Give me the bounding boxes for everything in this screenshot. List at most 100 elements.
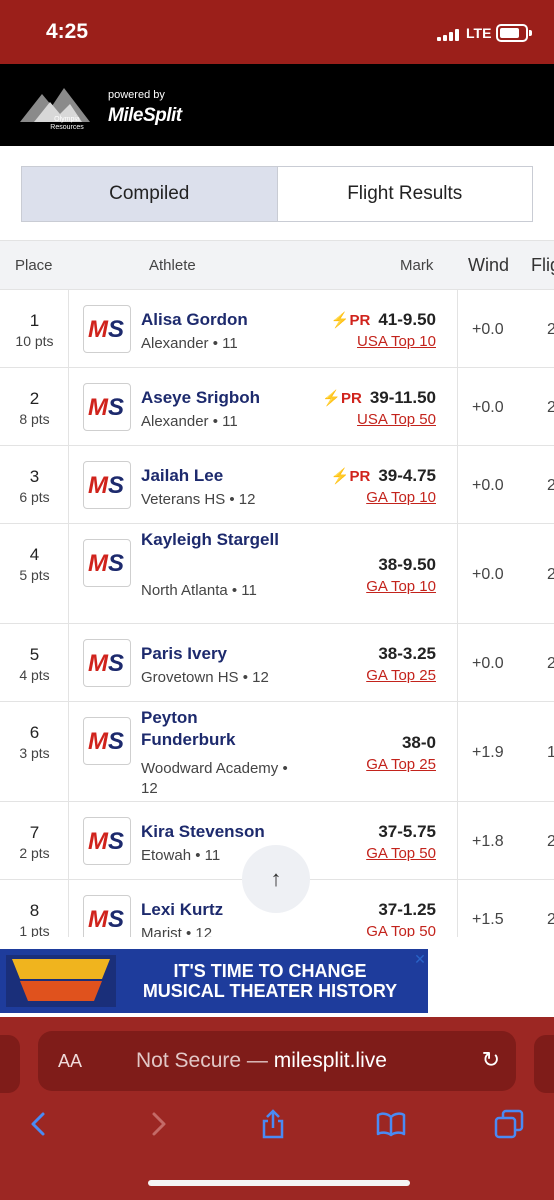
table-row[interactable]: 2 8 pts M S Aseye Srigboh Alexander • 11 ⚡PR 39… — [0, 368, 554, 446]
address-bar[interactable]: AA Not Secure — milesplit.live ↻ — [38, 1031, 516, 1091]
status-bar: 4:25 LTE — [0, 0, 554, 64]
place-points: 2 pts — [19, 845, 50, 861]
place-number: 8 — [29, 901, 40, 920]
tab-flight-results[interactable]: Flight Results — [278, 167, 533, 221]
mark-value: 41-9.50 — [378, 310, 436, 329]
column-divider — [457, 624, 458, 701]
athlete-name-link[interactable]: Lexi Kurtz — [141, 900, 223, 920]
powered-by-label: powered by — [108, 89, 165, 101]
place-number: 3 — [29, 467, 40, 486]
svg-text:M: M — [88, 828, 109, 855]
athlete-team-grade[interactable]: Etowah • 11 — [141, 847, 220, 864]
flight-value: 2 — [547, 911, 554, 928]
milesplit-team-icon[interactable]: MS — [83, 817, 131, 865]
athlete-name-link[interactable]: Alisa Gordon — [141, 310, 248, 330]
wind-value: +0.0 — [472, 399, 504, 416]
rank-link[interactable]: GA Top 25 — [366, 756, 436, 773]
mark-cell: ⚡PR 39-4.75 GA Top 10 — [331, 466, 436, 506]
column-divider — [457, 290, 458, 367]
flight-value: 2 — [547, 566, 554, 583]
milesplit-logo[interactable]: MileSplit — [108, 105, 182, 127]
rank-link[interactable]: USA Top 10 — [331, 333, 436, 350]
milesplit-team-icon[interactable]: MS — [83, 895, 131, 943]
place-cell: 5 4 pts — [0, 624, 69, 701]
brand-header: Olympia Resources powered by MileSplit — [0, 64, 554, 146]
mark-cell: 37-1.25 GA Top 50 — [366, 900, 436, 940]
svg-text:S: S — [108, 650, 124, 677]
flight-value: 2 — [547, 399, 554, 416]
column-divider — [457, 702, 458, 801]
wind-value: +0.0 — [472, 321, 504, 338]
forward-icon[interactable] — [143, 1109, 173, 1139]
tabs-icon[interactable] — [494, 1109, 524, 1139]
athlete-team-grade[interactable]: Veterans HS • 12 — [141, 491, 256, 508]
svg-text:M: M — [88, 906, 109, 933]
place-number: 5 — [29, 645, 40, 664]
rank-link[interactable]: GA Top 10 — [331, 489, 436, 506]
back-icon[interactable] — [24, 1109, 54, 1139]
table-row[interactable]: 4 5 pts M S Kayleigh Stargell North Atlanta •… — [0, 524, 554, 624]
mark-value: 38-9.50 — [378, 555, 436, 574]
back-to-the-future-logo — [6, 955, 116, 1007]
share-icon[interactable] — [258, 1109, 288, 1139]
mark-value: 37-1.25 — [378, 900, 436, 919]
reload-icon[interactable]: ↻ — [482, 1047, 500, 1073]
flight-value: 1 — [547, 744, 554, 761]
table-row[interactable]: 63 pts M S Peyton Funderburk Woodward Academ… — [0, 702, 554, 802]
table-row[interactable]: 1 10 pts M S Alisa Gordon Alexander • 11 ⚡PR 41… — [0, 290, 554, 368]
athlete-team-grade[interactable]: North Atlanta • 11 — [141, 581, 301, 601]
athlete-team-grade[interactable]: Alexander • 11 — [141, 335, 238, 352]
ad-close-icon[interactable]: ✕ — [412, 951, 428, 967]
table-row[interactable]: 3 6 pts M S Jailah Lee Veterans HS • 12 ⚡PR 39-… — [0, 446, 554, 524]
place-points: 5 pts — [19, 567, 50, 583]
mark-line: ⚡PR 39-11.50 — [322, 388, 436, 408]
mark-cell: ⚡PR 39-11.50 USA Top 50 — [322, 388, 436, 428]
athlete-team-grade[interactable]: Grovetown HS • 12 — [141, 669, 269, 686]
url-display[interactable]: Not Secure — milesplit.live — [136, 1049, 387, 1073]
pr-label: PR — [340, 390, 362, 407]
athlete-team-grade[interactable]: Alexander • 11 — [141, 413, 238, 430]
header-wind[interactable]: Wind — [468, 255, 509, 276]
place-number: 7 — [29, 823, 40, 842]
rank-link[interactable]: USA Top 50 — [322, 411, 436, 428]
milesplit-team-icon[interactable]: MS — [83, 639, 131, 687]
table-row[interactable]: 5 4 pts M S Paris Ivery Grovetown HS • 12 38-3… — [0, 624, 554, 702]
wind-value: +1.9 — [472, 744, 504, 761]
tab-compiled[interactable]: Compiled — [22, 167, 278, 221]
milesplit-team-icon[interactable]: MS — [83, 717, 131, 765]
athlete-name-link[interactable]: Kira Stevenson — [141, 822, 265, 842]
bookmarks-icon[interactable] — [376, 1109, 406, 1139]
mark-line: 38-0 — [366, 733, 436, 753]
pr-badge: ⚡PR — [330, 468, 371, 485]
athlete-name-link[interactable]: Paris Ivery — [141, 644, 227, 664]
ad-banner[interactable]: IT'S TIME TO CHANGE MUSICAL THEATER HIST… — [0, 949, 428, 1013]
athlete-name-link[interactable]: Jailah Lee — [141, 466, 223, 486]
header-mark[interactable]: Mark — [400, 257, 433, 274]
milesplit-team-icon[interactable]: MS — [83, 383, 131, 431]
header-place[interactable]: Place — [15, 257, 53, 274]
athlete-name-link[interactable]: Kayleigh Stargell — [141, 529, 291, 551]
wind-value: +1.5 — [472, 911, 504, 928]
battery-tip — [529, 30, 532, 36]
rank-link[interactable]: GA Top 10 — [366, 578, 436, 595]
milesplit-team-icon[interactable]: MS — [83, 539, 131, 587]
header-athlete[interactable]: Athlete — [149, 257, 196, 274]
place-cell: 1 10 pts — [0, 290, 69, 367]
milesplit-team-icon[interactable]: MS — [83, 461, 131, 509]
athlete-name-link[interactable]: Peyton Funderburk — [141, 707, 291, 751]
reader-settings-button[interactable]: AA — [58, 1051, 82, 1072]
battery-icon — [496, 24, 528, 42]
athlete-name-link[interactable]: Aseye Srigboh — [141, 388, 260, 408]
rank-link[interactable]: GA Top 50 — [366, 845, 436, 862]
flight-value: 2 — [547, 321, 554, 338]
svg-text:M: M — [88, 394, 109, 421]
svg-text:S: S — [108, 316, 124, 343]
milesplit-team-icon[interactable]: MS — [83, 305, 131, 353]
rank-link[interactable]: GA Top 25 — [366, 667, 436, 684]
header-flight[interactable]: Flig — [531, 255, 554, 276]
athlete-team-grade[interactable]: Woodward Academy • 12 — [141, 759, 301, 799]
previous-tab-edge[interactable] — [0, 1035, 20, 1093]
scroll-to-top-button[interactable]: ↑ — [242, 845, 310, 913]
next-tab-edge[interactable] — [534, 1035, 554, 1093]
flight-value: 2 — [547, 833, 554, 850]
